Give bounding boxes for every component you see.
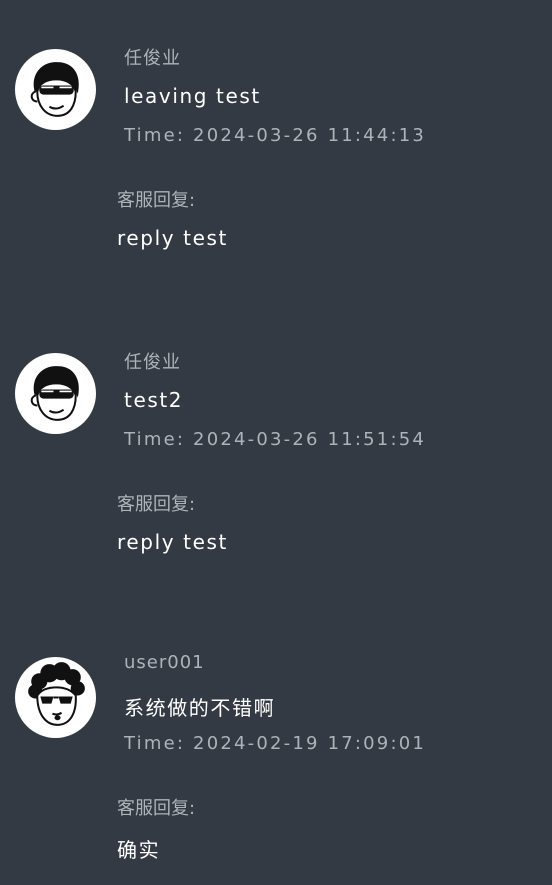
user-name: user001	[124, 652, 205, 673]
sunglasses-man-avatar-icon	[28, 662, 85, 726]
reply-text: 确实	[117, 838, 161, 862]
reply-label: 客服回复:	[117, 798, 196, 819]
avatar	[15, 657, 96, 738]
message-content: 系统做的不错啊	[124, 696, 276, 720]
message-time: Time: 2024-02-19 17:09:01	[124, 733, 427, 754]
message-item: user001 系统做的不错啊 Time: 2024-02-19 17:09:0…	[0, 0, 552, 885]
